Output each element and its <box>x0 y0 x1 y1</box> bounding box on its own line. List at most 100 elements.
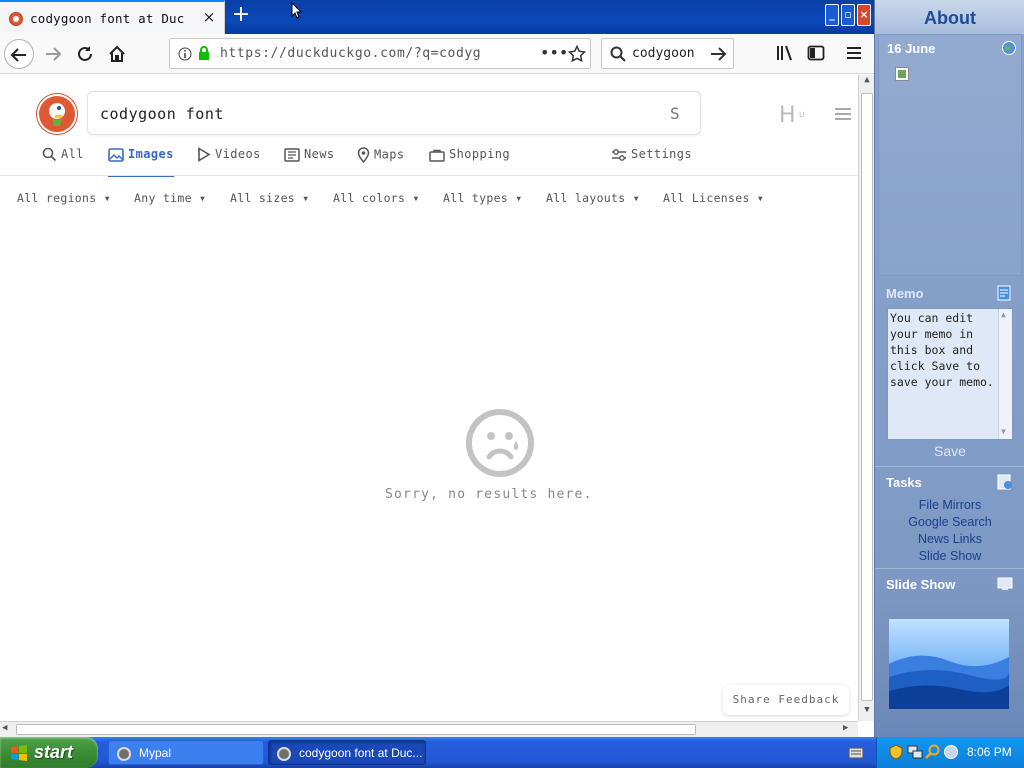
search-bar[interactable]: codygoon <box>601 38 734 69</box>
play-icon <box>198 147 211 162</box>
slideshow-section: Slide Show <box>875 568 1024 737</box>
share-feedback-button[interactable]: Share Feedback <box>723 685 849 715</box>
url-text[interactable]: https://duckduckgo.com/?q=codyg <box>220 46 502 61</box>
search-icon <box>42 147 57 162</box>
new-tab-button[interactable]: + <box>230 4 252 27</box>
speaker-icon[interactable] <box>943 744 959 760</box>
info-icon[interactable] <box>178 47 192 61</box>
horizontal-scroll-thumb[interactable] <box>16 724 696 735</box>
filter-region-dropdown[interactable]: All regions ▾ <box>17 191 111 205</box>
page-search-input[interactable]: codygoon font <box>100 105 224 123</box>
search-tray-icon[interactable] <box>925 744 941 760</box>
tab-maps-label: Maps <box>374 147 405 162</box>
filter-region-label: All regions <box>17 191 97 205</box>
tab-news[interactable]: News <box>284 147 335 177</box>
filter-time-dropdown[interactable]: Any time ▾ <box>134 191 206 205</box>
task-news-links-link[interactable]: News Links <box>875 532 1024 546</box>
page-search-box[interactable]: codygoon font S <box>87 91 701 135</box>
taskbar-item-browser[interactable]: codygoon font at Duc... <box>268 740 426 765</box>
taskbar-item-browser-label: codygoon font at Duc... <box>299 746 423 760</box>
start-label: start <box>34 742 74 762</box>
avatar-caret-icon[interactable]: ∪ <box>799 110 804 120</box>
security-shield-icon[interactable] <box>889 744 903 760</box>
globe-icon[interactable] <box>1001 40 1017 56</box>
settings-label: Settings <box>631 147 692 161</box>
close-tab-icon[interactable]: × <box>200 8 218 26</box>
shopping-bag-icon <box>429 149 445 162</box>
filter-license-dropdown[interactable]: All Licenses ▾ <box>663 191 764 205</box>
scroll-left-icon[interactable]: ◀ <box>2 723 7 733</box>
system-tray: 8:06 PM <box>876 737 1024 768</box>
windows-logo-icon <box>11 745 27 761</box>
sidebar-toggle-icon[interactable] <box>807 44 825 62</box>
memo-notes-icon[interactable] <box>997 285 1011 301</box>
page-actions-icon[interactable]: ••• <box>540 43 568 62</box>
duckduckgo-logo-icon[interactable] <box>37 94 77 134</box>
keyboard-icon[interactable] <box>848 746 864 760</box>
mypal-app-icon <box>117 747 131 761</box>
calendar-date: 16 June <box>887 41 936 56</box>
scroll-right-icon[interactable]: ▶ <box>843 723 848 733</box>
vertical-scrollbar[interactable]: ▲ ▼ <box>858 75 874 721</box>
settings-sliders-icon <box>612 148 626 161</box>
forward-button[interactable] <box>38 39 68 69</box>
network-icon[interactable] <box>907 744 923 760</box>
filter-time-label: Any time <box>134 191 192 205</box>
privacy-avatar-icon[interactable]: H <box>779 103 796 128</box>
tab-maps[interactable]: Maps <box>357 147 405 177</box>
arrow-right-icon <box>46 47 62 61</box>
star-bookmark-icon[interactable] <box>568 45 586 63</box>
tasks-section: Tasks File Mirrors Google Search News Li… <box>875 466 1024 566</box>
task-slide-show-link[interactable]: Slide Show <box>875 549 1024 563</box>
settings-link[interactable]: Settings <box>611 147 692 177</box>
memo-text[interactable]: You can edit your memo in this box and c… <box>890 310 998 390</box>
home-button[interactable] <box>102 39 132 69</box>
browser-tab[interactable]: codygoon font at Duc × <box>0 0 225 34</box>
filter-license-label: All Licenses <box>663 191 750 205</box>
scroll-up-icon[interactable]: ▲ <box>860 75 874 91</box>
lock-icon <box>199 46 209 60</box>
filter-size-dropdown[interactable]: All sizes ▾ <box>230 191 309 205</box>
tab-shopping[interactable]: Shopping <box>429 147 510 177</box>
tab-title: codygoon font at Duc <box>30 11 185 26</box>
menu-hamburger-icon[interactable] <box>846 45 862 61</box>
minimize-window-button[interactable]: _ <box>825 4 839 26</box>
go-arrow-icon[interactable] <box>710 46 728 62</box>
vertical-scroll-thumb[interactable] <box>861 93 873 701</box>
tasks-icon[interactable] <box>997 474 1013 490</box>
news-icon <box>284 147 300 162</box>
slideshow-image[interactable] <box>889 619 1009 709</box>
tab-shopping-label: Shopping <box>449 147 510 161</box>
memo-textarea[interactable]: You can edit your memo in this box and c… <box>887 308 1013 440</box>
task-file-mirrors-link[interactable]: File Mirrors <box>875 498 1024 512</box>
memo-save-button[interactable]: Save <box>875 443 1024 459</box>
url-bar[interactable]: https://duckduckgo.com/?q=codyg ••• <box>169 38 591 69</box>
back-button[interactable] <box>4 39 34 69</box>
scroll-down-icon[interactable]: ▼ <box>860 705 874 721</box>
tab-videos[interactable]: Videos <box>197 147 261 177</box>
close-window-button[interactable]: × <box>857 4 871 26</box>
slideshow-monitor-icon[interactable] <box>997 576 1013 592</box>
restore-window-button[interactable]: ▫ <box>841 4 855 26</box>
tab-images[interactable]: Images <box>108 147 174 177</box>
page-menu-icon[interactable] <box>835 107 851 121</box>
filter-color-dropdown[interactable]: All colors ▾ <box>333 191 420 205</box>
reload-button[interactable] <box>70 39 100 69</box>
reload-icon <box>78 46 92 61</box>
task-google-search-link[interactable]: Google Search <box>875 515 1024 529</box>
memo-scroll-down-icon[interactable]: ▼ <box>1001 427 1006 436</box>
filter-layout-dropdown[interactable]: All layouts ▾ <box>546 191 640 205</box>
mouse-cursor-icon <box>291 2 303 19</box>
filter-type-dropdown[interactable]: All types ▾ <box>443 191 522 205</box>
start-button[interactable]: start <box>0 737 98 768</box>
memo-scroll-up-icon[interactable]: ▲ <box>1001 310 1006 319</box>
search-input[interactable]: codygoon <box>632 46 704 61</box>
horizontal-scrollbar[interactable]: ◀ ▶ <box>0 721 858 737</box>
library-icon[interactable] <box>776 44 794 62</box>
memo-title: Memo <box>886 286 924 301</box>
memo-scrollbar[interactable]: ▲ ▼ <box>998 309 1012 439</box>
tab-all[interactable]: All <box>42 147 84 177</box>
arrow-left-icon <box>10 48 26 62</box>
search-submit-icon[interactable]: S <box>670 104 680 123</box>
taskbar-item-mypal[interactable]: Mypal <box>108 740 264 765</box>
